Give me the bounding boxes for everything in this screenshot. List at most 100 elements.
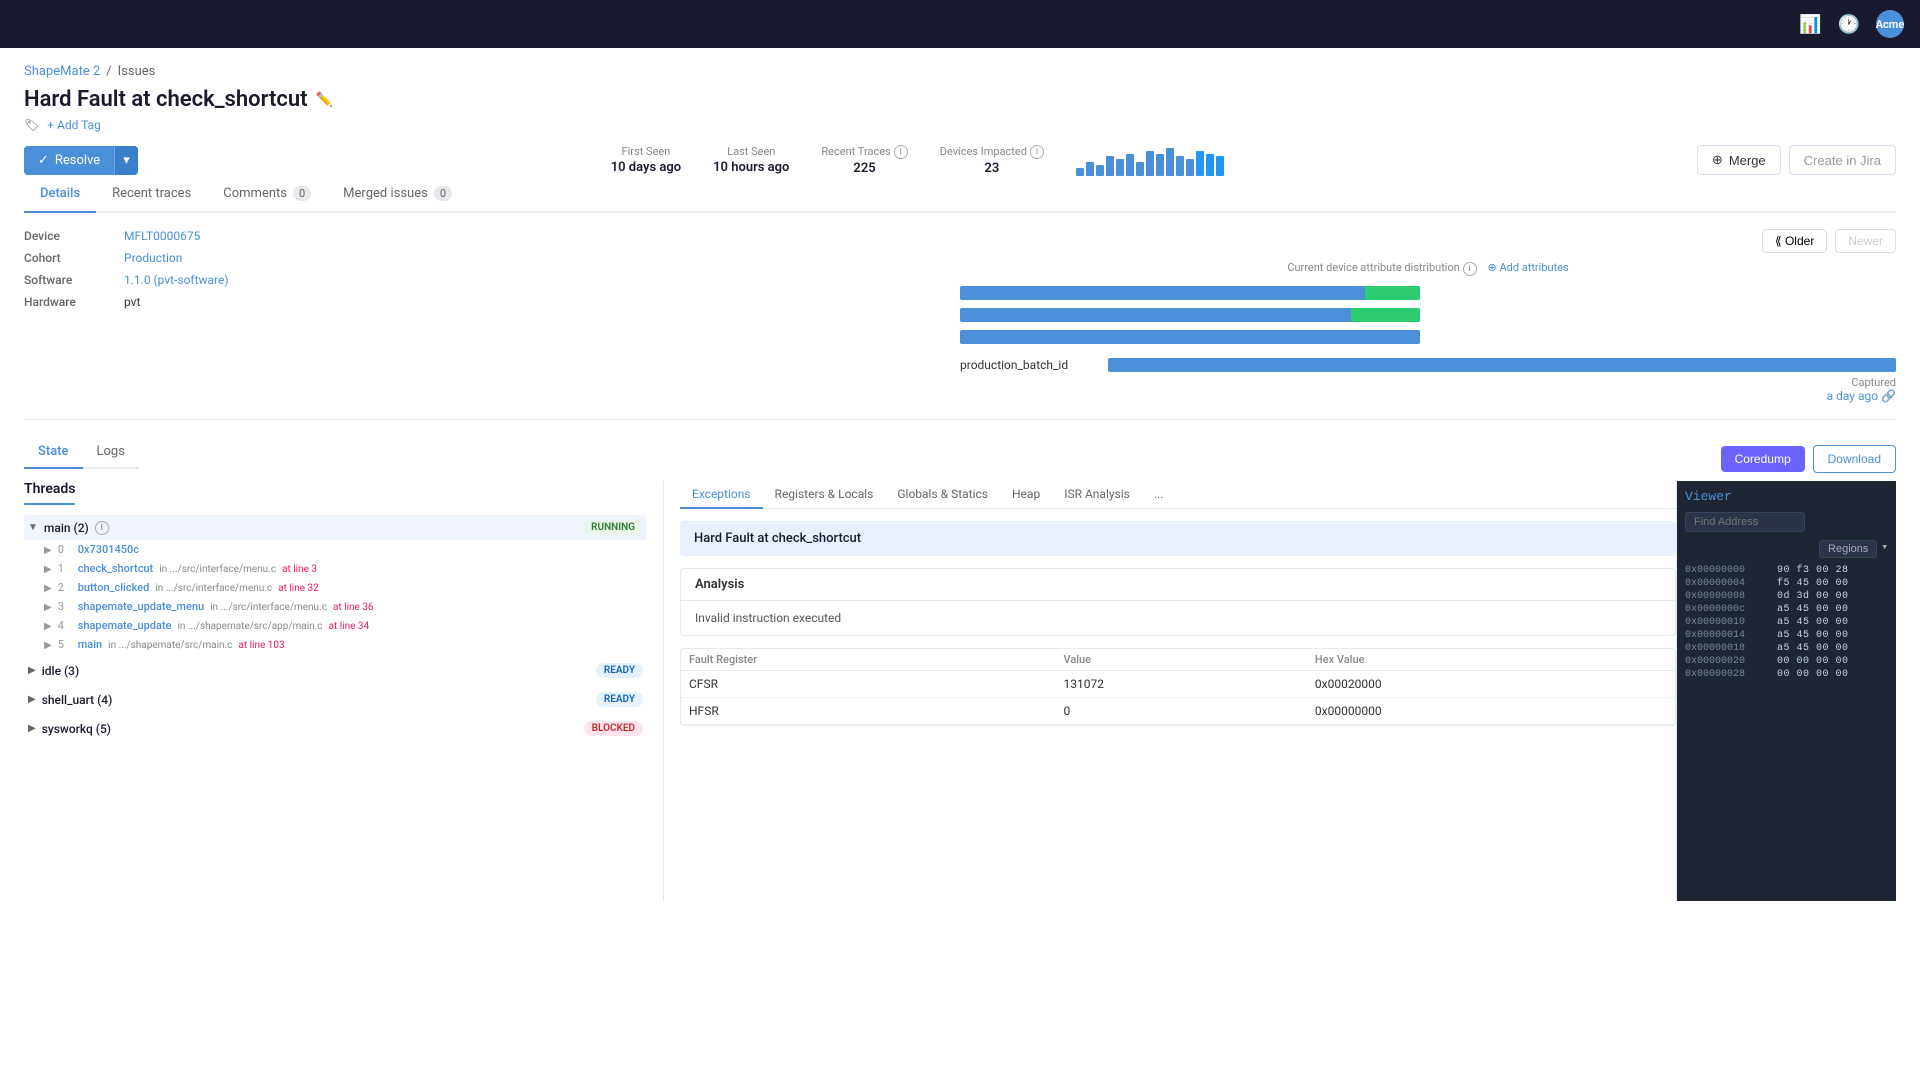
check-icon: ✓ [38,153,49,168]
analysis-tabs: ExceptionsRegisters & LocalsGlobals & St… [680,481,1676,509]
sparkbar-item [1166,148,1174,176]
software-value[interactable]: 1.1.0 (pvt-software) [124,273,229,287]
older-button[interactable]: ⟪ Older [1762,229,1827,253]
comments-badge: 0 [293,186,311,201]
frame-arrow-icon: ▶ [44,564,52,575]
add-tag-button[interactable]: + Add Tag [47,118,101,132]
frame-number: 2 [58,581,72,594]
memory-rows: 0x0000000090 f3 00 280x00000004f5 45 00 … [1685,564,1888,681]
frame-location: in .../src/interface/menu.c [210,602,327,613]
thread-frame[interactable]: ▶4shapemate_updatein .../shapemate/src/a… [40,616,647,635]
tab-recent-traces[interactable]: Recent traces [96,176,207,213]
thread-info-icon[interactable]: i [95,521,109,535]
thread-frame[interactable]: ▶3shapemate_update_menuin .../src/interf… [40,597,647,616]
tab-state[interactable]: State [24,436,83,469]
breadcrumb: ShapeMate 2 / Issues [24,64,1896,79]
regions-button[interactable]: Regions [1819,540,1877,558]
stat-devices-impacted: Devices Impacted i 23 [940,145,1044,176]
memory-address: 0x0000000c [1685,604,1765,615]
tab-comments[interactable]: Comments 0 [207,176,327,213]
threads-title: Threads [24,481,75,505]
fault-reg-hex: 0x00020000 [1307,671,1675,698]
cohort-value[interactable]: Production [124,251,182,265]
page-title: Hard Fault at check_shortcut [24,87,308,112]
regions-chevron[interactable]: ▾ [1881,540,1888,558]
frame-line: at line 36 [333,602,374,613]
user-avatar[interactable]: Acme [1876,10,1904,38]
fault-registers-card: Fault Register Value Hex Value CFSR13107… [680,648,1676,726]
breadcrumb-project[interactable]: ShapeMate 2 [24,64,100,79]
memory-row: 0x0000000090 f3 00 28 [1685,564,1888,577]
resolve-button[interactable]: ✓ Resolve ▾ [24,146,138,175]
device-value[interactable]: MFLT0000675 [124,229,200,243]
sparkbar-chart [1076,144,1224,176]
analysis-tab[interactable]: Heap [1000,481,1052,509]
fault-register-row: HFSR00x00000000 [681,698,1675,725]
memory-row: 0x00000018a5 45 00 00 [1685,642,1888,655]
thread-header[interactable]: ▶shell_uart (4)READY [24,687,647,712]
frame-number: 0 [58,543,72,556]
memory-row: 0x0000002000 00 00 00 [1685,655,1888,668]
captured-link-icon: 🔗 [1881,389,1896,403]
thread-frame[interactable]: ▶5mainin .../shapemate/src/main.cat line… [40,635,647,654]
memory-address: 0x00000004 [1685,578,1765,589]
dist-bar-3 [960,328,1896,346]
memory-values: a5 45 00 00 [1777,643,1849,654]
captured-value[interactable]: a day ago 🔗 [960,389,1896,403]
memory-address: 0x00000028 [1685,669,1765,680]
find-address-input[interactable] [1685,512,1805,532]
col-fault-register: Fault Register [681,649,1055,671]
tab-logs[interactable]: Logs [83,436,139,469]
analysis-tab[interactable]: ISR Analysis [1052,481,1142,509]
edit-icon[interactable]: ✏️ [316,92,333,108]
sparkbar-item [1216,156,1224,176]
sparkbar-item [1086,162,1094,176]
resolve-dropdown[interactable]: ▾ [114,146,138,175]
clock-icon[interactable]: 🕐 [1838,14,1860,35]
download-button[interactable]: Download [1813,445,1896,473]
batch-label: production_batch_id [960,358,1100,372]
fault-reg-value: 0 [1055,698,1306,725]
memory-values: 0d 3d 00 00 [1777,591,1849,602]
software-row: Software 1.1.0 (pvt-software) [24,273,936,287]
frame-location: in .../shapemate/src/app/main.c [177,621,322,632]
tab-details[interactable]: Details [24,176,96,213]
devices-impacted-info-icon[interactable]: i [1030,145,1044,159]
divider [24,419,1896,420]
frame-arrow-icon: ▶ [44,583,52,594]
thread-header[interactable]: ▶sysworkq (5)BLOCKED [24,716,647,741]
sparkbar-item [1126,154,1134,176]
threads-list: ▼main (2)iRUNNING▶00x7301450c▶1check_sho… [24,515,647,741]
expand-arrow-icon: ▶ [28,665,36,676]
thread-frame[interactable]: ▶00x7301450c [40,540,647,559]
analysis-card-header: Analysis [681,569,1675,601]
coredump-button[interactable]: Coredump [1721,446,1805,472]
cohort-label: Cohort [24,251,124,265]
merge-button[interactable]: ⊕ Merge [1697,145,1781,175]
thread-frame[interactable]: ▶2button_clickedin .../src/interface/men… [40,578,647,597]
analysis-tab[interactable]: ... [1142,481,1176,509]
newer-button[interactable]: Newer [1835,229,1896,253]
older-arrow: ⟪ [1775,234,1782,248]
create-jira-button[interactable]: Create in Jira [1789,145,1896,175]
memory-row: 0x00000004f5 45 00 00 [1685,577,1888,590]
thread-header[interactable]: ▼main (2)iRUNNING [24,515,647,540]
frame-location: in .../shapemate/src/main.c [108,640,232,651]
frame-line: at line 3 [282,564,317,575]
analytics-icon[interactable]: 📊 [1799,14,1821,35]
analysis-tab[interactable]: Exceptions [680,481,763,509]
analysis-tab[interactable]: Globals & Statics [885,481,1000,509]
details-content: Device MFLT0000675 Cohort Production Sof… [24,213,1896,403]
thread-header[interactable]: ▶idle (3)READY [24,658,647,683]
device-label: Device [24,229,124,243]
state-logs-tabs: State Logs [24,436,139,469]
add-attributes-button[interactable]: ⊕ Add attributes [1487,261,1568,274]
dist-bar-1 [960,284,1896,302]
tab-merged-issues[interactable]: Merged issues 0 [327,176,468,213]
recent-traces-info-icon[interactable]: i [894,145,908,159]
thread-frame[interactable]: ▶1check_shortcutin .../src/interface/men… [40,559,647,578]
distribution-info-icon[interactable]: i [1463,262,1477,276]
resolve-main[interactable]: ✓ Resolve [24,146,114,175]
frame-location: in .../src/interface/menu.c [155,583,272,594]
analysis-tab[interactable]: Registers & Locals [763,481,886,509]
